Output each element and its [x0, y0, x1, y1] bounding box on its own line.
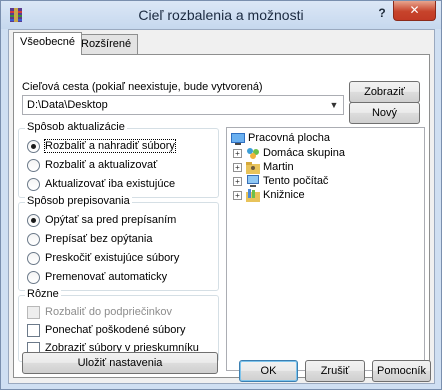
new-folder-button[interactable]: Nový priečinok	[349, 102, 420, 139]
update-mode-title: Spôsob aktualizácie	[25, 121, 127, 133]
checkbox-label: Rozbaliť do podpriečinkov	[45, 306, 173, 318]
radio-button[interactable]	[27, 271, 40, 284]
close-button[interactable]: ✕	[393, 1, 436, 21]
radio-label: Rozbaliť a aktualizovať	[45, 159, 158, 171]
radio-label: Prepísať bez opýtania	[45, 233, 153, 245]
computer-icon	[247, 175, 259, 187]
radio-button[interactable]	[27, 159, 40, 172]
libraries-icon	[246, 189, 260, 202]
expand-icon[interactable]: +	[233, 177, 242, 186]
chevron-down-icon[interactable]: ▼	[326, 97, 342, 113]
destination-path-combobox[interactable]: D:\Data\Desktop ▼	[22, 95, 344, 115]
checkbox[interactable]	[27, 324, 40, 337]
tree-item-label: Domáca skupina	[263, 147, 345, 159]
help-title-button[interactable]: ?	[371, 4, 393, 22]
radio-label: Aktualizovať iba existujúce	[45, 178, 176, 190]
tab-general[interactable]: Všeobecné	[13, 32, 83, 55]
dialog-window: Cieľ rozbalenia a možnosti ? ✕ Všeobecné…	[0, 0, 442, 390]
tree-item-label: Martin	[263, 161, 294, 173]
radio-button[interactable]	[27, 233, 40, 246]
save-settings-button[interactable]: Uložiť nastavenia	[22, 352, 218, 374]
radio-label: Rozbaliť a nahradiť súbory	[44, 139, 176, 153]
folder-tree[interactable]: Pracovná plocha + Domáca skupina + Marti…	[226, 127, 425, 371]
user-folder-icon	[246, 162, 260, 174]
homegroup-icon	[247, 148, 259, 159]
general-tab-panel: Cieľová cesta (pokiaľ neexistuje, bude v…	[13, 54, 430, 378]
expand-icon[interactable]: +	[233, 191, 242, 200]
checkbox[interactable]	[27, 306, 40, 319]
destination-path-value[interactable]: D:\Data\Desktop	[27, 99, 108, 111]
radio-button[interactable]	[27, 214, 40, 227]
tree-item-label: Tento počítač	[263, 175, 329, 187]
help-button[interactable]: Pomocník	[372, 360, 431, 382]
ok-button[interactable]: OK	[239, 360, 298, 382]
radio-button[interactable]	[27, 140, 40, 153]
tree-item-label: Knižnice	[263, 189, 305, 201]
title-bar[interactable]: Cieľ rozbalenia a možnosti ? ✕	[1, 1, 441, 29]
dialog-client: Všeobecné Rozšírené Cieľová cesta (pokia…	[8, 29, 435, 384]
desktop-icon	[231, 133, 245, 145]
show-button[interactable]: Zobraziť	[349, 81, 420, 103]
tree-item-label: Pracovná plocha	[248, 132, 330, 144]
overwrite-mode-group: Spôsob prepisovania Opýtať sa pred prepí…	[18, 195, 219, 291]
tab-advanced[interactable]: Rozšírené	[74, 34, 139, 54]
cancel-button[interactable]: Zrušiť	[305, 360, 365, 382]
update-mode-group: Spôsob aktualizácie Rozbaliť a nahradiť …	[18, 121, 219, 198]
expand-icon[interactable]: +	[233, 163, 242, 172]
radio-label: Opýtať sa pred prepísaním	[45, 214, 177, 226]
destination-label: Cieľová cesta (pokiaľ neexistuje, bude v…	[22, 81, 263, 93]
radio-button[interactable]	[27, 252, 40, 265]
expand-icon[interactable]: +	[233, 149, 242, 158]
misc-title: Rôzne	[25, 288, 61, 300]
checkbox-label: Ponechať poškodené súbory	[45, 324, 186, 336]
radio-button[interactable]	[27, 178, 40, 191]
radio-label: Preskočiť existujúce súbory	[45, 252, 180, 264]
radio-label: Premenovať automaticky	[45, 271, 168, 283]
overwrite-mode-title: Spôsob prepisovania	[25, 195, 132, 207]
